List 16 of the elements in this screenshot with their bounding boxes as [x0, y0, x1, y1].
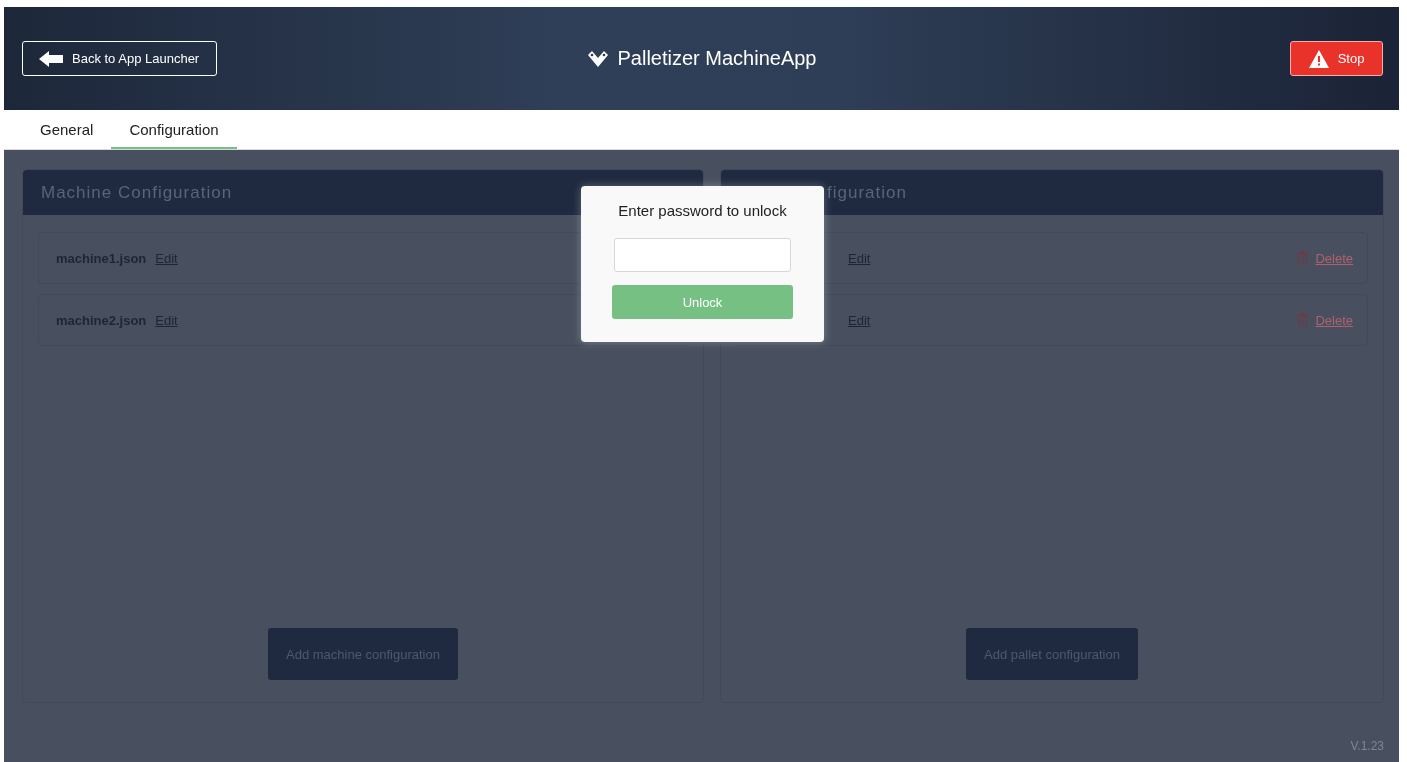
warning-icon	[1308, 49, 1329, 68]
password-field[interactable]	[614, 238, 791, 272]
app-title: Palletizer MachineApp	[617, 47, 817, 70]
trash-icon	[1297, 251, 1309, 265]
stop-button[interactable]: Stop	[1290, 41, 1383, 76]
tab[interactable]: General	[22, 112, 112, 149]
back-button[interactable]: Back to App Launcher	[22, 41, 217, 76]
unlock-button[interactable]: Unlock	[612, 285, 793, 319]
delete-link[interactable]: Delete	[1315, 250, 1353, 266]
dialog-title: Enter password to unlock	[618, 202, 787, 219]
chevron-logo-icon	[586, 49, 609, 68]
arrow-left-icon	[39, 50, 63, 67]
panel-title: Machine Configuration	[41, 182, 233, 203]
panel-title: figuration	[826, 182, 907, 203]
delete-link[interactable]: Delete	[1315, 312, 1353, 328]
trash-icon	[1297, 313, 1309, 327]
